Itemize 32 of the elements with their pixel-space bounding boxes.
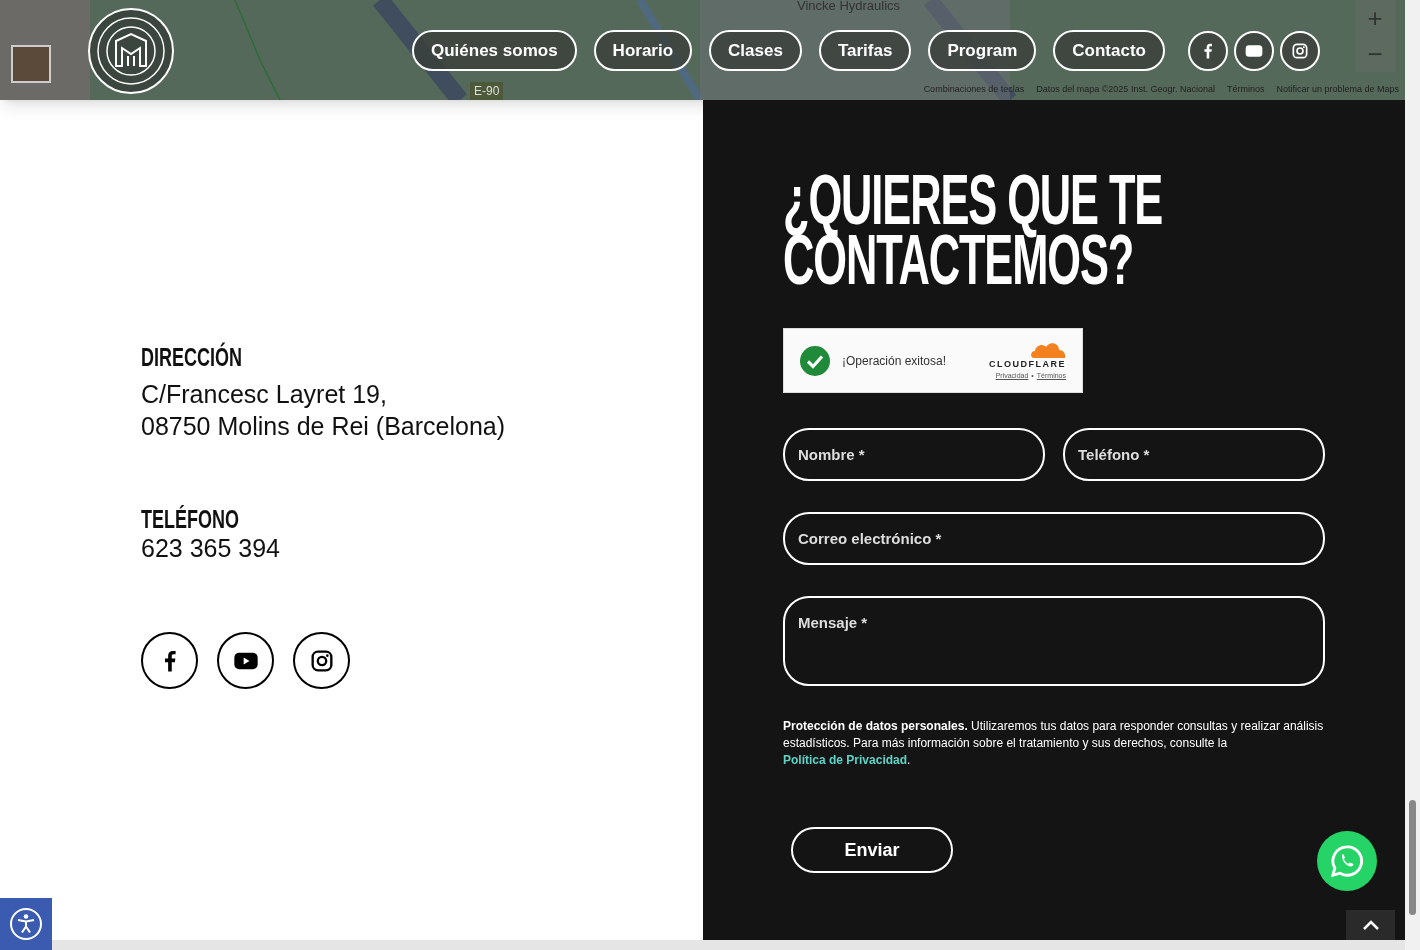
info-text: C/Francesc Layret 19, [141,379,388,410]
nav-link[interactable]: Program [928,30,1037,71]
input-field[interactable]: Nombre * [783,428,1045,481]
nav-link[interactable]: Contacto [1053,30,1165,71]
map-type-thumbnail[interactable] [11,45,51,83]
form-title: ¿QUIERES QUE TE CONTACTEMOS? [783,170,1164,290]
accessibility-button[interactable] [0,898,52,950]
submit-button[interactable]: Enviar [791,827,953,873]
info-text: 623 365 394 [141,533,282,564]
accessibility-icon [9,907,43,941]
youtube-link[interactable] [217,632,274,689]
captcha-brand: CLOUDFLARE [989,357,1066,371]
map-label: Vincke Hydraulics [797,0,901,15]
facebook-link[interactable] [141,632,198,689]
success-check-icon [800,345,830,376]
chevron-up-icon [1361,919,1380,931]
message-field[interactable]: Mensaje * [783,596,1325,686]
input-field[interactable]: Correo electrónico * [783,512,1325,565]
nav-link[interactable]: Tarifas [818,30,912,71]
nav-link[interactable]: Horario [593,30,693,71]
map-label: E-90 [470,82,504,100]
nav-link[interactable]: Quiénes somos [412,30,577,71]
privacy-notice: Protección de datos personales. Utilizaremos tus datos para responder consultas y realizar análisis estadísticos. Para más información sobre el tratamiento y sus derechos, consulte la Política de Privacidad. [783,718,1325,769]
whatsapp-button[interactable] [1317,831,1377,891]
instagram-link[interactable] [293,632,350,689]
nav-link[interactable]: Clases [709,30,802,71]
input-field[interactable]: Teléfono * [1063,428,1325,481]
captcha-status: ¡Operación exitosa! [842,352,948,370]
scroll-to-top-button[interactable] [1346,910,1395,940]
section-heading: TELÉFONO [141,507,240,532]
chat-bubble-icon [1330,844,1364,878]
info-text: 08750 Molins de Rei (Barcelona) [141,411,507,442]
